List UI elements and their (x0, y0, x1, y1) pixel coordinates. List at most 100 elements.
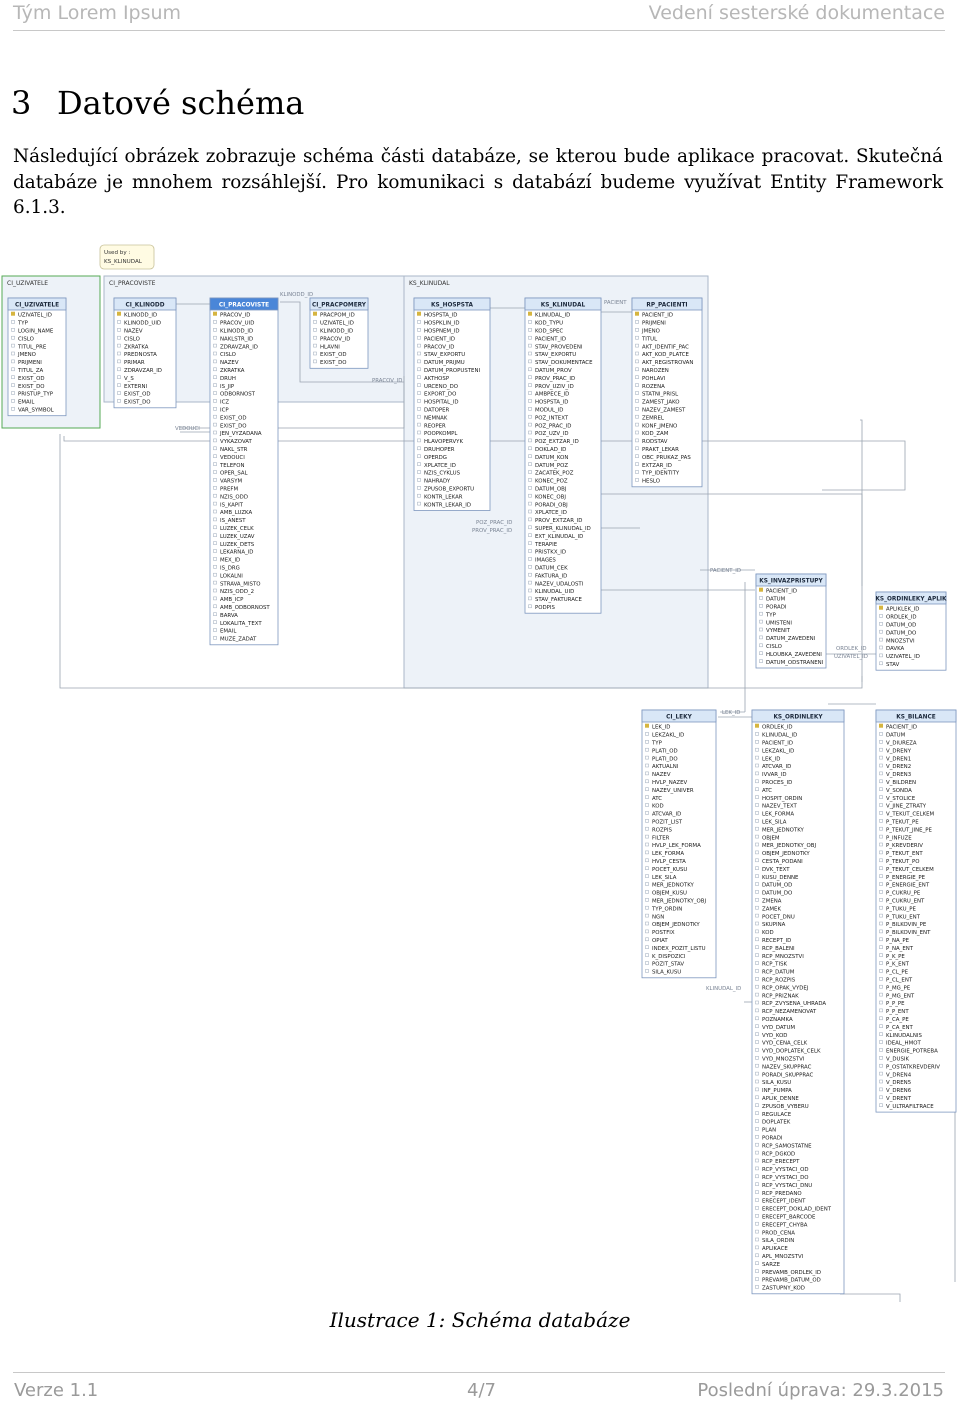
primary-key-icon (755, 723, 759, 728)
table-column: SILA_KUSU (762, 1080, 791, 1086)
table-column: STAV_EXPORTU (535, 352, 576, 358)
table-column: LEKZAKL_ID (762, 748, 794, 754)
table-column: PLATI_OD (652, 748, 678, 754)
table-column: PACIENT_ID (886, 725, 917, 731)
table-column: UZIVATEL_ID (320, 321, 354, 327)
table-column: V_DRENT (886, 1096, 912, 1102)
table-column: DATUM_OD (762, 883, 792, 889)
table-column: VYKAZOVAT (220, 439, 253, 445)
table-column: DOPLATEK (762, 1120, 791, 1126)
table-column: POZ_INTEXT (535, 415, 569, 421)
table-column: OPIAT (652, 938, 668, 944)
table-column: POOPKOMPL (424, 431, 457, 437)
table-column: AMB_ICP (220, 597, 244, 603)
table-column: ZKRATKA (124, 344, 149, 350)
table-column: V_DUSIK (886, 1057, 909, 1063)
table-column: APLIK_DENNE (762, 1096, 799, 1102)
table-column: P_TEKUT_PE (886, 820, 919, 826)
table-column: ATC (762, 788, 772, 794)
table-column: RCP_DATUM (762, 970, 795, 976)
table-column: MEX_ID (220, 558, 240, 564)
table-column: EXIST_DO (18, 384, 45, 390)
table-column: XPLATCE_ID (424, 463, 456, 469)
chapter-title: Datové schéma (57, 84, 305, 122)
table-column: REOPER (424, 423, 446, 429)
table-column: POZ_UZV_ID (535, 431, 569, 437)
table-column: KONEC_OBJ (535, 494, 566, 500)
relation-label: PACIENT_ID (710, 568, 741, 574)
table-column: P_MG_PE (886, 985, 911, 991)
chapter-heading: 3 Datové schéma (11, 84, 304, 122)
table-column: PRIJMENI (18, 360, 42, 366)
table-column: LEK_SILA (652, 875, 677, 881)
group-label-ks-klinudal: KS_KLINUDAL (409, 280, 450, 287)
table-column: MER_JEDNOTKY_OBJ (652, 899, 706, 905)
table-column: MER_JEDNOTKY_OBJ (762, 843, 816, 849)
table-column: URCENO_DO (424, 384, 458, 390)
footer-page-number: 4/7 (467, 1380, 496, 1401)
table-column: XPLATCE_ID (535, 510, 567, 516)
table-column: OBC_PRUKAZ_PAS (642, 455, 691, 461)
table-column: DATUM_CEK (535, 566, 568, 572)
table-column: NAZEV_TEXT (762, 804, 797, 810)
table-column: TELEFON (219, 463, 244, 469)
table-column: V_DRENY (886, 748, 912, 754)
table-column: RCP_MNOZSTVI (762, 954, 804, 960)
table-name-ci-pracpomery: CI_PRACPOMERY (312, 303, 367, 309)
table-column: KLINODD_ID (220, 329, 253, 335)
table-column: TITUL (641, 336, 657, 342)
table-column: EXIST_DO (320, 360, 347, 366)
primary-key-icon (117, 311, 121, 316)
table-column: IS_DRG (220, 566, 240, 572)
group-label-ci-uzivatele: CI_UZIVATELE (7, 280, 48, 287)
table-column: AKT_IDENTIF_PAC (642, 344, 689, 350)
table-column: EXTZAR_ID (642, 463, 672, 469)
table-column: P_CA_PE (886, 1017, 909, 1023)
table-column: STAV_FAKTURACE (535, 597, 583, 603)
table-column: KOD (762, 930, 774, 936)
table-column: STAV (886, 662, 900, 668)
table-name-ci-leky: CI_LEKY (666, 715, 692, 721)
table-column: KONTR_LEKAR_ID (424, 502, 471, 508)
table-column: TYP (17, 321, 29, 327)
footer-last-updated: Poslední úprava: 29.3.2015 (697, 1380, 944, 1401)
table-column: NAZEV_UDALOSTI (535, 581, 584, 587)
table-column: AKT_KOD_PLATCE (642, 352, 690, 358)
table-column: EXIST_DO (124, 400, 151, 406)
table-column: PRACOV_ID (424, 344, 454, 350)
table-column: KOD_ZAM (642, 431, 669, 437)
table-column: K_DISPOZICI (652, 954, 686, 960)
table-column: VEDOUCI (220, 455, 245, 461)
table-column: V_DREN3 (886, 772, 911, 778)
table-column: RCP_ZVYSENA_UHRADA (762, 1001, 826, 1007)
table-column: ORDLEK_ID (886, 615, 917, 621)
table-column: BARVA (220, 613, 238, 619)
intro-paragraph: Následující obrázek zobrazuje schéma čás… (13, 146, 943, 218)
table-column: RCP_ROZPIS (762, 978, 796, 984)
table-column: IVVAR_ID (762, 772, 787, 778)
table-column: V_DREN6 (886, 1088, 912, 1094)
table-column: OBJEM (762, 835, 780, 841)
table-column: P_K_ENT (886, 962, 910, 968)
table-column: PORADI (762, 1136, 783, 1142)
table-column: ERECEPT_BARCODE (762, 1215, 816, 1221)
table-column: VYD_KOD (762, 1033, 787, 1039)
table-column: PACIENT_ID (762, 741, 793, 747)
table-column: P_K_PE (886, 954, 905, 960)
table-column: JMENO (17, 352, 36, 358)
table-column: OPERDG (424, 455, 447, 461)
table-column: IS_KAPIT (220, 502, 244, 508)
table-column: EXIST_OD (220, 415, 247, 421)
used-by-value: KS_KLINUDAL (104, 259, 143, 265)
table-column: HOSPNEM_ID (424, 329, 460, 335)
table-column: KLINODD_ID (320, 329, 353, 335)
table-column: KLINUDAL_ID (762, 733, 797, 739)
table-column: LEKARNA_ID (220, 550, 253, 556)
table-column: P_CUKRU_PE (886, 891, 921, 897)
table-column: PRISTUP_TYP (18, 392, 54, 398)
table-column: HLAVNI (320, 344, 340, 350)
table-name-ci-pracoviste: CI_PRACOVISTE (219, 303, 269, 309)
table-column: MODUL_ID (535, 408, 563, 414)
table-column: PACIENT_ID (642, 313, 673, 319)
table-column: LEKZAKL_ID (652, 733, 684, 739)
